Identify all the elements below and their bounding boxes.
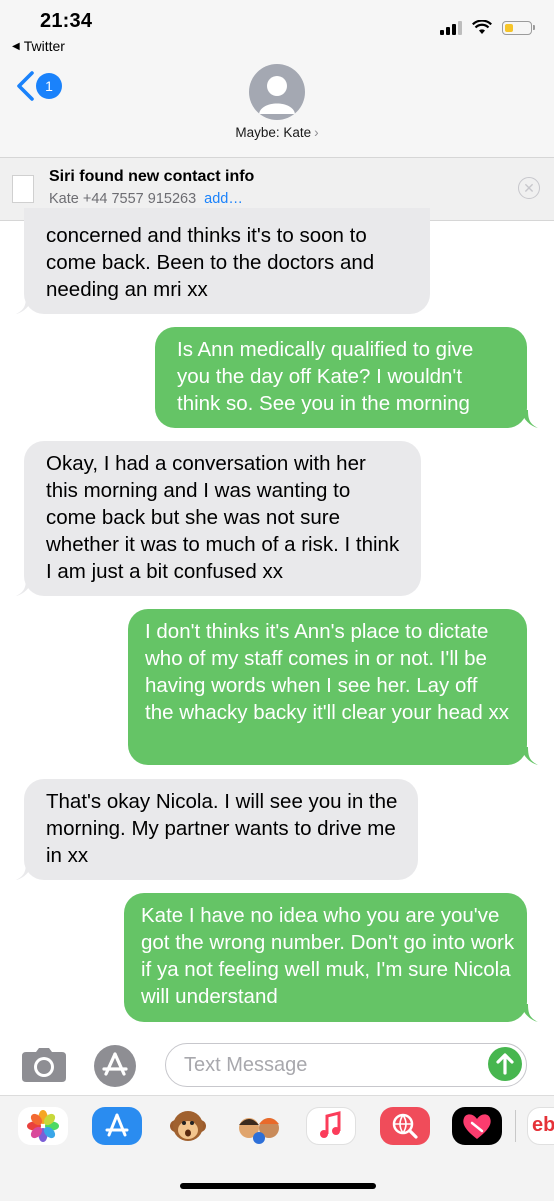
app-store-icon[interactable] bbox=[94, 1045, 136, 1087]
home-indicator[interactable] bbox=[180, 1183, 376, 1189]
contact-avatar[interactable] bbox=[249, 64, 305, 120]
bubble-tail bbox=[520, 747, 538, 765]
bubble-tail bbox=[520, 410, 538, 428]
back-to-app-link[interactable]: ◀ Twitter bbox=[12, 38, 65, 54]
heart-glyph bbox=[463, 1114, 491, 1139]
message-bubble-incoming[interactable]: Okay, I had a conversation with her this… bbox=[24, 441, 421, 596]
message-bubble-incoming[interactable]: That's okay Nicola. I will see you in th… bbox=[24, 779, 418, 880]
memoji-faces bbox=[239, 1118, 279, 1144]
app-store-icon[interactable] bbox=[92, 1107, 142, 1145]
ebay-label: eb bbox=[532, 1114, 554, 1136]
message-bubble-outgoing[interactable]: Kate I have no idea who you are you've g… bbox=[124, 893, 527, 1022]
message-bubble-incoming[interactable]: concerned and thinks it's to soon to com… bbox=[24, 208, 430, 314]
unread-badge: 1 bbox=[36, 73, 62, 99]
contact-name-button[interactable]: Maybe: Kate › bbox=[0, 125, 554, 140]
message-bubble-outgoing[interactable]: Is Ann medically qualified to give you t… bbox=[155, 327, 527, 428]
bubble-tail bbox=[520, 1004, 538, 1022]
back-app-label: Twitter bbox=[23, 38, 65, 54]
siri-suggestion-title: Siri found new contact info bbox=[49, 168, 255, 185]
close-circle-icon[interactable]: ✕ bbox=[518, 177, 540, 199]
conversation-header: 21:34 ◀ Twitter 1 Maybe: Kate › bbox=[0, 0, 554, 158]
app-store-glyph bbox=[102, 1052, 128, 1076]
bubble-tail bbox=[16, 578, 34, 596]
app-store-glyph bbox=[105, 1113, 129, 1137]
music-note bbox=[320, 1111, 341, 1138]
chevron-left-icon bbox=[17, 71, 34, 101]
digital-touch-icon[interactable] bbox=[452, 1107, 502, 1145]
photos-icon[interactable] bbox=[18, 1107, 68, 1145]
document-icon bbox=[12, 175, 34, 203]
battery-icon bbox=[502, 20, 535, 35]
strip-divider bbox=[515, 1110, 516, 1142]
photos-flower bbox=[27, 1110, 59, 1142]
music-icon[interactable] bbox=[306, 1107, 356, 1145]
add-contact-link[interactable]: add… bbox=[204, 191, 243, 207]
message-bubble-outgoing[interactable]: I don't thinks it's Ann's place to dicta… bbox=[128, 609, 527, 765]
send-button[interactable] bbox=[488, 1047, 522, 1081]
message-input-placeholder: Text Message bbox=[184, 1054, 308, 1076]
chevron-right-icon: › bbox=[314, 125, 319, 140]
wifi-icon bbox=[472, 20, 492, 34]
siri-suggestion-detail: Kate +44 7557 915263 add… bbox=[49, 191, 243, 207]
message-input[interactable]: Text Message bbox=[165, 1043, 527, 1087]
monkey-animoji-icon[interactable] bbox=[163, 1107, 213, 1145]
cellular-signal-icon bbox=[440, 20, 462, 35]
monkey-face bbox=[170, 1111, 206, 1141]
ebay-icon[interactable]: eb bbox=[527, 1107, 554, 1145]
memoji-icon[interactable] bbox=[235, 1107, 285, 1145]
globe-search-glyph bbox=[392, 1113, 418, 1139]
person-silhouette-icon bbox=[259, 76, 295, 114]
back-button[interactable]: 1 bbox=[14, 70, 62, 102]
status-time: 21:34 bbox=[40, 10, 93, 32]
camera-icon[interactable] bbox=[22, 1048, 66, 1082]
bubble-tail bbox=[16, 296, 34, 314]
status-indicators bbox=[440, 20, 535, 35]
arrow-up-icon bbox=[496, 1053, 514, 1075]
back-triangle-icon: ◀ bbox=[12, 40, 20, 52]
bubble-tail bbox=[16, 862, 34, 880]
contact-name-label: Maybe: Kate bbox=[235, 125, 312, 140]
suggested-contact: Kate +44 7557 915263 bbox=[49, 191, 197, 207]
images-search-icon[interactable] bbox=[380, 1107, 430, 1145]
